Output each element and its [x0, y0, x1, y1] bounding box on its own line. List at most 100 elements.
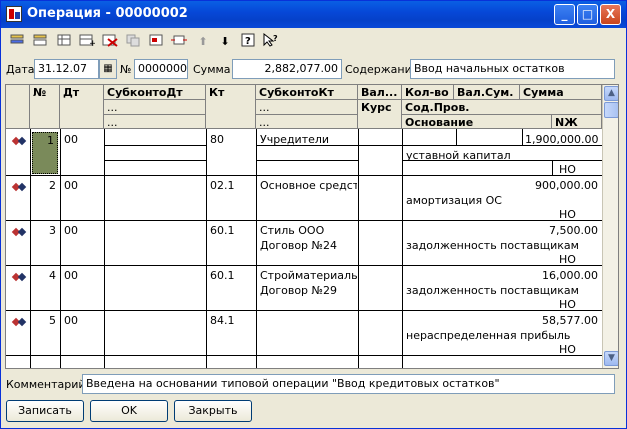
col-header-kol[interactable]: Кол-во [402, 85, 454, 100]
row-1-dt[interactable]: 00 [61, 132, 103, 147]
delete-row-icon[interactable] [100, 33, 120, 51]
svg-text:?: ? [245, 36, 251, 47]
row-separator [6, 220, 602, 221]
grid-line [104, 129, 105, 368]
row-3-kt[interactable]: 60.1 [207, 223, 255, 238]
col-header-subkonto-dt-2[interactable]: ... [104, 100, 206, 115]
row-2-kt[interactable]: 02.1 [207, 178, 255, 193]
new-row-icon[interactable] [7, 33, 27, 51]
col-header-osnovanie[interactable]: Основание [402, 115, 552, 129]
row-1-summa[interactable]: 1,900,000.00 [522, 132, 601, 147]
row-4-num[interactable]: 4 [31, 268, 59, 283]
whats-this-icon[interactable]: ? [261, 32, 281, 51]
row-1-num[interactable]: 1 [32, 132, 58, 174]
sum-field[interactable]: 2,882,077.00 [232, 59, 342, 79]
col-header-dt[interactable]: Дт [60, 85, 104, 129]
row-5-sod[interactable]: нераспределенная прибыль [403, 328, 601, 343]
move-up-icon[interactable]: ⬆ [193, 33, 213, 51]
comment-label: Комментарий: [6, 378, 90, 391]
row-2-num[interactable]: 2 [31, 178, 59, 193]
entry-row-icon [11, 182, 27, 192]
grid-line [104, 145, 206, 146]
col-header-num[interactable]: № [30, 85, 60, 129]
grid-line [30, 129, 31, 368]
row-3-summa[interactable]: 7,500.00 [476, 223, 601, 238]
row-3-subkonto-kt[interactable]: Стиль ООО [257, 223, 357, 238]
save-button[interactable]: Записать [6, 400, 84, 422]
col-header-subkonto-kt[interactable]: СубконтоКт [256, 85, 358, 100]
row-2-subkonto-kt[interactable]: Основное средств [257, 178, 357, 193]
row-2-dt[interactable]: 00 [61, 178, 103, 193]
entries-grid[interactable]: № Дт СубконтоДт ... ... Кт СубконтоКт ..… [5, 84, 619, 369]
close-window-button[interactable]: X [600, 4, 621, 25]
scroll-down-icon[interactable]: ▼ [604, 351, 618, 366]
insert-row-icon[interactable] [54, 33, 74, 51]
row-separator [6, 175, 602, 176]
col-header-subkonto-kt-2[interactable]: ... [256, 100, 358, 115]
row-5-kt[interactable]: 84.1 [207, 313, 255, 328]
content-label: Содержание [345, 63, 419, 76]
row-5-summa[interactable]: 58,577.00 [476, 313, 601, 328]
scroll-up-icon[interactable]: ▲ [604, 86, 618, 101]
col-header-val[interactable]: Вал... [358, 85, 402, 100]
row-2-summa[interactable]: 900,000.00 [476, 178, 601, 193]
entry-row-icon [11, 136, 27, 146]
svg-text:?: ? [273, 34, 278, 43]
row-4-summa[interactable]: 16,000.00 [476, 268, 601, 283]
calendar-icon[interactable]: ▦ [99, 59, 117, 79]
row-3-num[interactable]: 3 [31, 223, 59, 238]
content-field[interactable]: Ввод начальных остатков [410, 59, 615, 79]
close-button[interactable]: Закрыть [174, 400, 252, 422]
vertical-scrollbar[interactable]: ▲ ▼ [602, 85, 618, 368]
row-5-num[interactable]: 5 [31, 313, 59, 328]
grid-line [206, 129, 207, 368]
app-icon [6, 6, 22, 22]
row-3-subkonto-kt-2[interactable]: Договор №24 [257, 238, 357, 253]
minimize-button[interactable]: _ [554, 4, 575, 25]
col-header-subkonto-dt[interactable]: СубконтоДт [104, 85, 206, 100]
row-4-subkonto-kt[interactable]: Стройматериалы б [257, 268, 357, 283]
col-header-subkonto-dt-3[interactable]: ... [104, 115, 206, 129]
maximize-button[interactable]: □ [577, 4, 598, 25]
row-4-dt[interactable]: 00 [61, 268, 103, 283]
scroll-thumb[interactable] [604, 102, 618, 118]
col-header-valsum[interactable]: Вал.Сум. [454, 85, 520, 100]
number-field[interactable]: 00000002 [134, 59, 188, 79]
help-icon[interactable]: ? [238, 33, 258, 51]
col-header-kt[interactable]: Кт [206, 85, 256, 129]
col-header-kurs[interactable]: Курс [358, 100, 402, 129]
row-4-sod[interactable]: задолженность поставщикам [403, 283, 601, 298]
row-3-sod[interactable]: задолженность поставщикам [403, 238, 601, 253]
comment-field[interactable]: Введена на основании типовой операции "В… [82, 374, 615, 394]
col-header-subkonto-kt-3[interactable]: ... [256, 115, 358, 129]
sum-label: Сумма [193, 63, 231, 76]
title-bar[interactable]: Операция - 00000002 _ □ X [1, 1, 626, 28]
edit-row-icon[interactable] [146, 33, 166, 51]
ok-button[interactable]: OK [90, 400, 168, 422]
grid-line [104, 160, 206, 161]
row-separator [6, 265, 602, 266]
row-4-subkonto-kt-2[interactable]: Договор №29 [257, 283, 357, 298]
row-1-kt[interactable]: 80 [207, 132, 255, 147]
row-2-sod[interactable]: амортизация ОС [403, 193, 601, 208]
col-header-nzh[interactable]: NЖ [552, 115, 602, 129]
row-icon-header [6, 85, 30, 129]
grid-line [256, 145, 358, 146]
grid-line [358, 129, 359, 368]
toolbar: + ⬆ ⬇ ? ? [1, 29, 626, 56]
row-5-dt[interactable]: 00 [61, 313, 103, 328]
move-down-icon[interactable]: ⬇ [215, 33, 235, 51]
copy-row-icon[interactable] [30, 33, 50, 51]
row-separator [6, 310, 602, 311]
date-field[interactable]: 31.12.07 [34, 59, 99, 79]
add-sub-row-icon[interactable]: + [77, 33, 97, 51]
grid-line [60, 129, 61, 368]
copy-block-icon[interactable] [123, 33, 143, 51]
col-header-summa[interactable]: Сумма [520, 85, 602, 100]
row-3-dt[interactable]: 00 [61, 223, 103, 238]
col-header-sod[interactable]: Сод.Пров. [402, 100, 602, 115]
grid-line [456, 129, 457, 145]
entry-row-icon [11, 272, 27, 282]
row-4-kt[interactable]: 60.1 [207, 268, 255, 283]
filter-rows-icon[interactable] [169, 33, 189, 51]
